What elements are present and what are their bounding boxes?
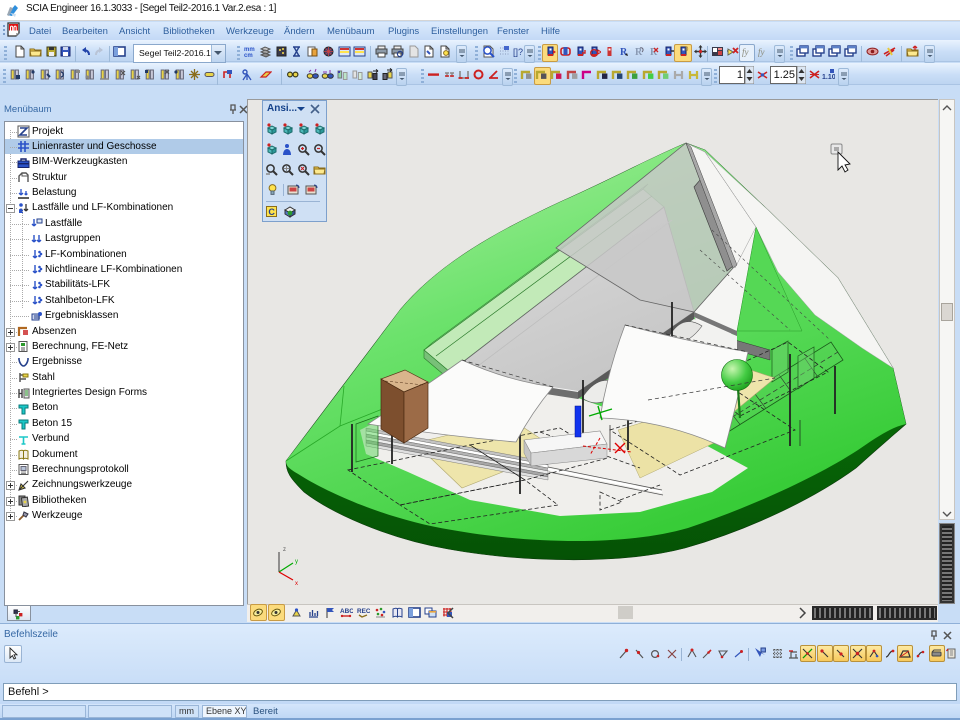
svg-text:R: R	[635, 47, 643, 58]
svg-text:cm: cm	[244, 53, 253, 58]
svg-text:REC: REC	[357, 608, 370, 615]
svg-text:1.10: 1.10	[822, 74, 835, 81]
svg-text:x: x	[295, 581, 298, 587]
svg-text:z: z	[283, 547, 286, 553]
svg-text:R: R	[620, 47, 628, 58]
svg-text:y: y	[295, 559, 298, 565]
svg-text:C: C	[268, 207, 275, 217]
svg-text:[]?: []?	[513, 47, 523, 57]
svg-text:ABC: ABC	[340, 608, 353, 615]
svg-text:fy: fy	[758, 47, 765, 57]
svg-text:fy: fy	[742, 47, 749, 57]
svg-text:0: 0	[685, 47, 689, 53]
